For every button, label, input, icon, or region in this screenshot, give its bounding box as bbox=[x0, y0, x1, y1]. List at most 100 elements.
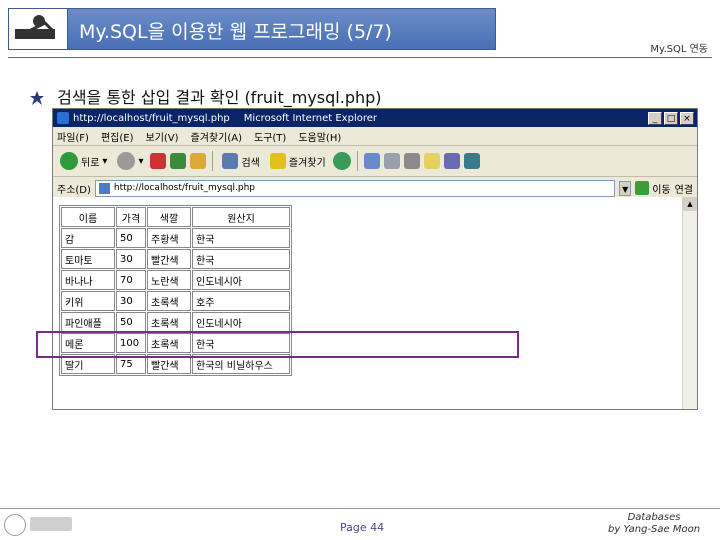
table-row: 파인애플 50 초록색 인도네시아 bbox=[61, 312, 290, 332]
favorites-label: 즐겨찾기 bbox=[288, 157, 326, 169]
cell-origin: 인도네시아 bbox=[192, 312, 290, 332]
cell-name: 파인애플 bbox=[61, 312, 115, 332]
forward-button[interactable]: ▾ bbox=[114, 151, 146, 171]
credit: Databases by Yang-Sae Moon bbox=[608, 512, 700, 536]
browser-title-app: Microsoft Internet Explorer bbox=[243, 112, 377, 124]
cell-name: 감 bbox=[61, 228, 115, 248]
table-row: 키위 30 초록색 호주 bbox=[61, 291, 290, 311]
favorites-star-icon bbox=[269, 153, 286, 169]
cell-name: 바나나 bbox=[61, 270, 115, 290]
table-header-row: 이름 가격 색깔 원산지 bbox=[61, 207, 290, 227]
table-row: 메론 100 초록색 한국 bbox=[61, 333, 290, 353]
column-header: 가격 bbox=[116, 207, 146, 227]
cell-price: 100 bbox=[116, 333, 146, 353]
ie-icon bbox=[57, 112, 69, 124]
cell-origin: 한국 bbox=[192, 249, 290, 269]
discuss-icon[interactable] bbox=[423, 153, 440, 169]
column-header: 이름 bbox=[61, 207, 115, 227]
fruit-table: 이름 가격 색깔 원산지 감 50 주황색 한국 토마토 30 빨간색 한국 바… bbox=[59, 205, 292, 376]
university-logo-icon bbox=[4, 514, 72, 536]
bullet-text-row: 검색을 통한 삽입 결과 확인 (fruit_mysql.php) bbox=[30, 84, 382, 108]
messenger-icon[interactable] bbox=[463, 153, 480, 169]
table-row: 바나나 70 노란색 인도네시아 bbox=[61, 270, 290, 290]
back-label: 뒤로 bbox=[81, 157, 100, 169]
scroll-up-icon[interactable]: ▲ bbox=[683, 197, 697, 211]
cell-origin: 인도네시아 bbox=[192, 270, 290, 290]
menu-help[interactable]: 도움말(H) bbox=[298, 129, 341, 144]
table-row: 토마토 30 빨간색 한국 bbox=[61, 249, 290, 269]
page-icon bbox=[98, 182, 110, 194]
cell-price: 50 bbox=[116, 228, 146, 248]
chevron-down-icon: ▾ bbox=[102, 155, 108, 167]
cell-origin: 한국 bbox=[192, 228, 290, 248]
page-content: 이름 가격 색깔 원산지 감 50 주황색 한국 토마토 30 빨간색 한국 바… bbox=[53, 197, 683, 409]
browser-title-url: http://localhost/fruit_mysql.php bbox=[73, 112, 230, 124]
menu-favorites[interactable]: 즐겨찾기(A) bbox=[191, 129, 242, 144]
maximize-button[interactable]: □ bbox=[664, 111, 678, 125]
address-dropdown-button[interactable]: ▼ bbox=[619, 180, 632, 196]
table-row-inserted: 딸기 75 빨간색 한국의 비닐하우스 bbox=[61, 354, 290, 374]
menu-bar: 파일(F) 편집(E) 보기(V) 즐겨찾기(A) 도구(T) 도움말(H) bbox=[53, 127, 697, 146]
section-label: My.SQL 연동 bbox=[650, 44, 708, 55]
stop-icon[interactable] bbox=[150, 153, 167, 169]
print-icon[interactable] bbox=[383, 153, 400, 169]
cell-price: 70 bbox=[116, 270, 146, 290]
favorites-button[interactable]: 즐겨찾기 bbox=[267, 152, 329, 170]
column-header: 원산지 bbox=[192, 207, 290, 227]
browser-titlebar: http://localhost/fruit_mysql.php Microso… bbox=[53, 109, 697, 127]
back-arrow-icon bbox=[60, 152, 78, 170]
slide-title: My.SQL을 이용한 웹 프로그래밍 (5/7) bbox=[79, 21, 392, 43]
cell-color: 초록색 bbox=[147, 333, 191, 353]
cell-color: 빨간색 bbox=[147, 249, 191, 269]
cell-name: 키위 bbox=[61, 291, 115, 311]
close-button[interactable]: × bbox=[680, 111, 694, 125]
bullet-text: 검색을 통한 삽입 결과 확인 (fruit_mysql.php) bbox=[57, 88, 382, 107]
search-button[interactable]: 검색 bbox=[219, 152, 262, 170]
go-arrow-icon bbox=[635, 181, 650, 195]
edit-icon[interactable] bbox=[403, 153, 420, 169]
menu-edit[interactable]: 편집(E) bbox=[101, 129, 134, 144]
forward-arrow-icon bbox=[117, 152, 136, 170]
address-input[interactable]: http://localhost/fruit_mysql.php bbox=[94, 179, 616, 197]
cell-name: 딸기 bbox=[61, 354, 115, 374]
browser-toolbar: 뒤로 ▾ ▾ 검색 즐겨찾기 bbox=[53, 146, 697, 177]
title-logo-icon bbox=[9, 9, 68, 49]
cell-origin: 한국의 비닐하우스 bbox=[192, 354, 290, 374]
search-label: 검색 bbox=[241, 157, 260, 169]
slide-title-bar: My.SQL을 이용한 웹 프로그래밍 (5/7) bbox=[8, 8, 496, 50]
cell-origin: 한국 bbox=[192, 333, 290, 353]
menu-tools[interactable]: 도구(T) bbox=[254, 129, 286, 144]
chevron-down-icon: ▾ bbox=[138, 155, 144, 167]
column-header: 색깔 bbox=[147, 207, 191, 227]
home-icon[interactable] bbox=[190, 153, 207, 169]
refresh-icon[interactable] bbox=[170, 153, 187, 169]
cell-color: 초록색 bbox=[147, 312, 191, 332]
footer-divider bbox=[0, 508, 720, 509]
address-value: http://localhost/fruit_mysql.php bbox=[113, 182, 255, 193]
cell-color: 주황색 bbox=[147, 228, 191, 248]
menu-file[interactable]: 파일(F) bbox=[57, 129, 89, 144]
cell-color: 노란색 bbox=[147, 270, 191, 290]
minimize-button[interactable]: _ bbox=[648, 111, 662, 125]
history-icon[interactable] bbox=[332, 152, 351, 170]
go-button[interactable]: 이동 bbox=[635, 181, 671, 196]
credit-line-2: by Yang-Sae Moon bbox=[608, 524, 701, 535]
address-label: 주소(D) bbox=[57, 184, 91, 196]
credit-line-1: Databases bbox=[627, 512, 681, 523]
star-bullet-icon bbox=[30, 90, 44, 105]
search-icon bbox=[222, 153, 239, 169]
cell-name: 토마토 bbox=[61, 249, 115, 269]
links-button[interactable]: 연결 bbox=[675, 181, 693, 196]
mail-icon[interactable] bbox=[363, 153, 380, 169]
research-icon[interactable] bbox=[443, 153, 460, 169]
page-number: Page 44 bbox=[340, 521, 385, 534]
cell-origin: 호주 bbox=[192, 291, 290, 311]
cell-price: 50 bbox=[116, 312, 146, 332]
back-button[interactable]: 뒤로 ▾ bbox=[57, 151, 110, 171]
menu-view[interactable]: 보기(V) bbox=[146, 129, 179, 144]
go-label: 이동 bbox=[652, 184, 671, 196]
vertical-scrollbar[interactable]: ▲ bbox=[682, 197, 697, 409]
highlight-dotted-edge bbox=[516, 331, 519, 358]
browser-window: http://localhost/fruit_mysql.php Microso… bbox=[52, 108, 698, 410]
cell-name: 메론 bbox=[61, 333, 115, 353]
